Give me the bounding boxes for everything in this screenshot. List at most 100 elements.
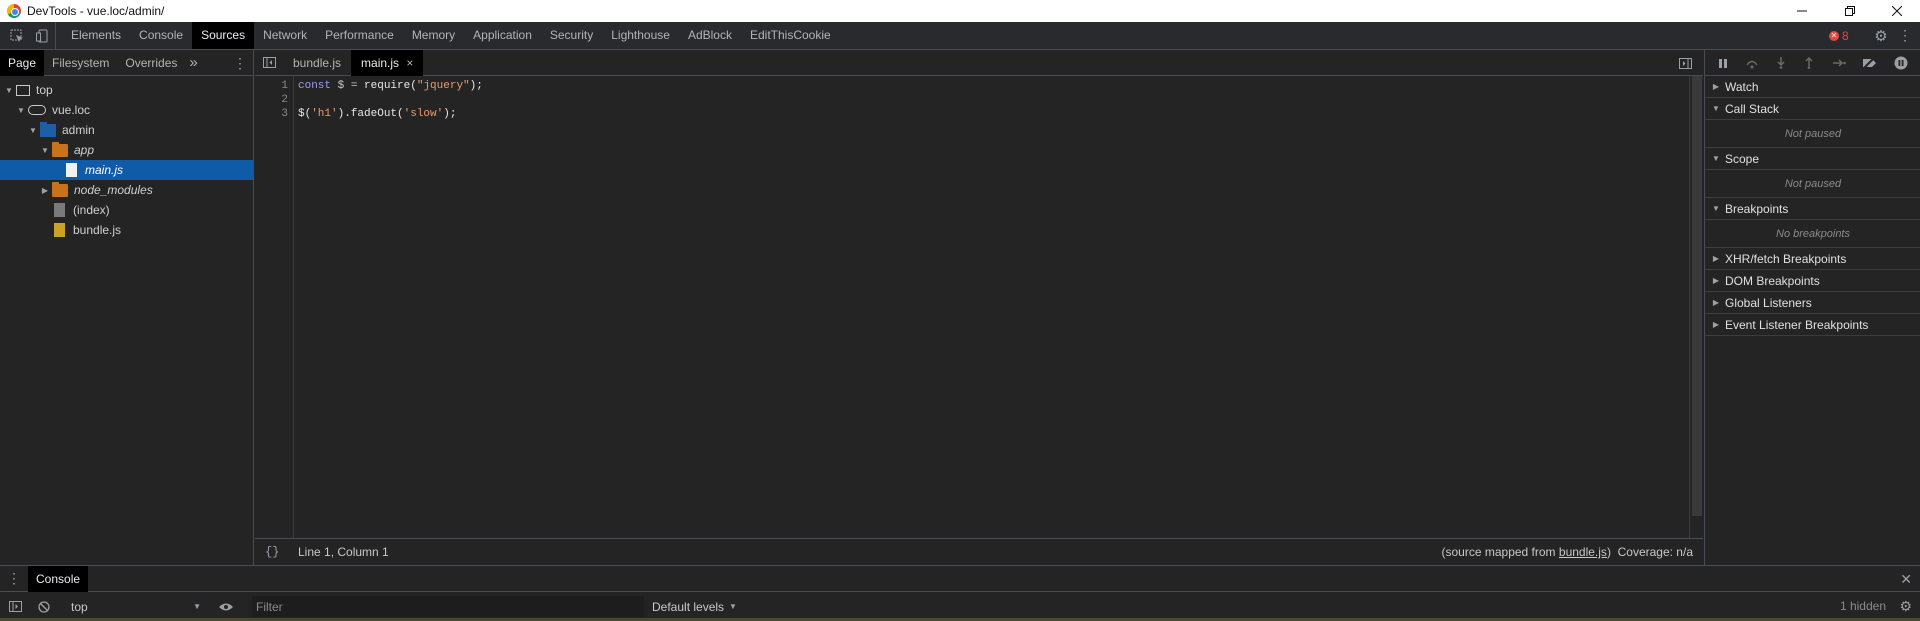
console-drawer: ⋮ Console ✕ top ▼ Default levels ▼ 1 hid… — [0, 565, 1920, 621]
tab-sources[interactable]: Sources — [192, 22, 255, 49]
tree-item-label: admin — [62, 123, 95, 137]
expand-triangle-icon: ▼ — [1712, 154, 1720, 163]
tree-item-index[interactable]: (index) — [0, 200, 254, 220]
tab-application[interactable]: Application — [464, 22, 541, 49]
step-out-icon[interactable] — [1803, 56, 1815, 69]
tree-item-app[interactable]: ▼ app — [0, 140, 254, 160]
tab-performance[interactable]: Performance — [316, 22, 403, 49]
console-sidebar-icon[interactable] — [0, 592, 30, 621]
tree-item-label: main.js — [85, 163, 124, 177]
console-filter-input[interactable] — [252, 596, 644, 617]
clear-console-icon[interactable] — [30, 592, 58, 621]
tab-network[interactable]: Network — [254, 22, 316, 49]
pane-dom-breakpoints[interactable]: ▶ DOM Breakpoints — [1705, 270, 1920, 292]
minimize-icon[interactable] — [1779, 0, 1825, 22]
call-stack-status: Not paused — [1705, 120, 1920, 148]
collapse-triangle-icon[interactable]: ▶ — [40, 186, 50, 195]
debugger-toolbar — [1705, 50, 1920, 76]
tree-item-top[interactable]: ▼ top — [0, 80, 254, 100]
pane-event-listener-breakpoints[interactable]: ▶ Event Listener Breakpoints — [1705, 314, 1920, 336]
log-levels-label: Default levels — [652, 599, 725, 614]
pretty-print-button[interactable]: {} — [265, 545, 295, 559]
pane-call-stack[interactable]: ▼ Call Stack — [1705, 98, 1920, 120]
step-icon[interactable] — [1832, 57, 1846, 69]
expand-triangle-icon[interactable]: ▼ — [4, 86, 14, 95]
settings-gear-icon[interactable]: ⚙ — [1868, 22, 1894, 49]
live-expression-eye-icon[interactable] — [218, 592, 234, 621]
expand-triangle-icon[interactable]: ▼ — [28, 126, 38, 135]
error-counter[interactable]: ✕ 8 — [1829, 22, 1849, 49]
device-toolbar-icon[interactable] — [30, 22, 56, 49]
code-punctuation: ); — [469, 80, 483, 92]
close-tab-icon[interactable]: × — [406, 56, 413, 70]
tab-elements[interactable]: Elements — [62, 22, 130, 49]
tree-item-main-js[interactable]: main.js — [0, 160, 254, 180]
tab-console[interactable]: Console — [130, 22, 192, 49]
navigator-tabs: Page Filesystem Overrides » ⋮ — [0, 49, 253, 76]
line-number[interactable]: 2 — [281, 94, 288, 106]
drawer-tab-console[interactable]: Console — [28, 565, 89, 592]
pane-global-listeners[interactable]: ▶ Global Listeners — [1705, 292, 1920, 314]
tab-memory[interactable]: Memory — [403, 22, 464, 49]
step-into-icon[interactable] — [1775, 56, 1787, 69]
tab-security[interactable]: Security — [541, 22, 602, 49]
sources-navigator: Page Filesystem Overrides » ⋮ ▼ top ▼ vu… — [0, 49, 254, 565]
line-number-gutter: 1 2 3 — [255, 76, 294, 538]
tab-editthiscookie[interactable]: EditThisCookie — [741, 22, 840, 49]
navigator-menu-icon[interactable]: ⋮ — [233, 50, 247, 76]
code-line-1[interactable]: const $ = require("jquery"); — [298, 80, 483, 92]
close-icon[interactable] — [1874, 0, 1920, 22]
tree-item-label: top — [36, 83, 53, 97]
pane-title: Scope — [1725, 151, 1760, 166]
error-icon: ✕ — [1829, 30, 1839, 41]
pane-breakpoints[interactable]: ▼ Breakpoints — [1705, 198, 1920, 220]
folder-icon — [40, 121, 56, 137]
step-over-icon[interactable] — [1745, 57, 1759, 69]
pane-watch[interactable]: ▶ Watch — [1705, 76, 1920, 98]
source-mapped-suffix: ) — [1606, 545, 1611, 559]
more-tabs-icon[interactable]: » — [185, 50, 201, 76]
tab-adblock[interactable]: AdBlock — [679, 22, 741, 49]
tab-overrides[interactable]: Overrides — [117, 50, 185, 76]
console-settings-gear-icon[interactable]: ⚙ — [1899, 592, 1912, 621]
tab-filesystem[interactable]: Filesystem — [44, 50, 117, 76]
pause-icon[interactable] — [1717, 57, 1729, 69]
expand-triangle-icon[interactable]: ▼ — [16, 106, 26, 115]
toggle-navigator-icon[interactable] — [255, 50, 283, 76]
editor-scrollbar[interactable] — [1689, 76, 1703, 538]
log-levels-dropdown[interactable]: Default levels ▼ — [652, 592, 737, 621]
pane-scope[interactable]: ▼ Scope — [1705, 148, 1920, 170]
console-toolbar: top ▼ Default levels ▼ 1 hidden ⚙ — [0, 592, 1920, 621]
pause-on-exceptions-icon[interactable] — [1894, 56, 1908, 70]
tree-item-bundle-js[interactable]: bundle.js — [0, 220, 254, 240]
editor-tab-main-js[interactable]: main.js × — [351, 49, 424, 76]
tab-lighthouse[interactable]: Lighthouse — [602, 22, 679, 49]
editor-tab-bundle-js[interactable]: bundle.js — [283, 50, 351, 76]
hidden-messages-count: 1 hidden — [1839, 599, 1886, 613]
line-number[interactable]: 1 — [281, 80, 288, 92]
expand-triangle-icon[interactable]: ▼ — [40, 146, 50, 155]
tree-item-node-modules[interactable]: ▶ node_modules — [0, 180, 254, 200]
restore-icon[interactable] — [1827, 0, 1873, 22]
code-operator: = — [344, 80, 365, 92]
tree-item-admin[interactable]: ▼ admin — [0, 120, 254, 140]
context-selector[interactable]: top ▼ — [71, 592, 201, 621]
code-line-3[interactable]: $('h1').fadeOut('slow'); — [298, 108, 456, 120]
scrollbar-thumb[interactable] — [1692, 76, 1702, 516]
cursor-position: Line 1, Column 1 — [298, 545, 389, 559]
tab-page[interactable]: Page — [0, 49, 45, 76]
toggle-debugger-icon[interactable] — [1675, 50, 1695, 76]
line-number[interactable]: 3 — [281, 108, 288, 120]
inspect-element-icon[interactable] — [4, 22, 30, 49]
more-options-icon[interactable]: ⋮ — [1894, 22, 1916, 49]
collapse-triangle-icon: ▶ — [1712, 298, 1720, 307]
source-mapped-link[interactable]: bundle.js — [1559, 545, 1607, 559]
drawer-menu-icon[interactable]: ⋮ — [0, 566, 28, 592]
pane-xhr-fetch-breakpoints[interactable]: ▶ XHR/fetch Breakpoints — [1705, 248, 1920, 270]
expand-triangle-icon: ▼ — [1712, 204, 1720, 213]
close-drawer-icon[interactable]: ✕ — [1900, 566, 1912, 592]
deactivate-breakpoints-icon[interactable] — [1862, 56, 1878, 69]
tree-item-vue-loc[interactable]: ▼ vue.loc — [0, 100, 254, 120]
file-icon — [66, 163, 77, 177]
pane-title: Breakpoints — [1725, 201, 1789, 216]
